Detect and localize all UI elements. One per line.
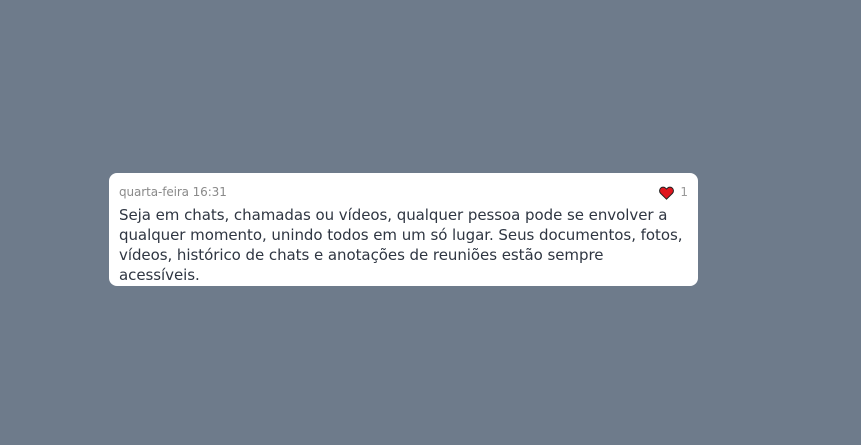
message-meta: quarta-feira 16:31 1: [119, 184, 688, 200]
message-card: quarta-feira 16:31 1 Seja em chats, cham…: [109, 173, 698, 286]
heart-icon: [659, 185, 675, 200]
reaction-count: 1: [680, 185, 688, 199]
message-timestamp: quarta-feira 16:31: [119, 185, 227, 199]
page-background: { "message": { "timestamp": "quarta-feir…: [0, 0, 861, 445]
reaction-button[interactable]: 1: [659, 185, 688, 200]
message-text: Seja em chats, chamadas ou vídeos, qualq…: [119, 206, 683, 284]
